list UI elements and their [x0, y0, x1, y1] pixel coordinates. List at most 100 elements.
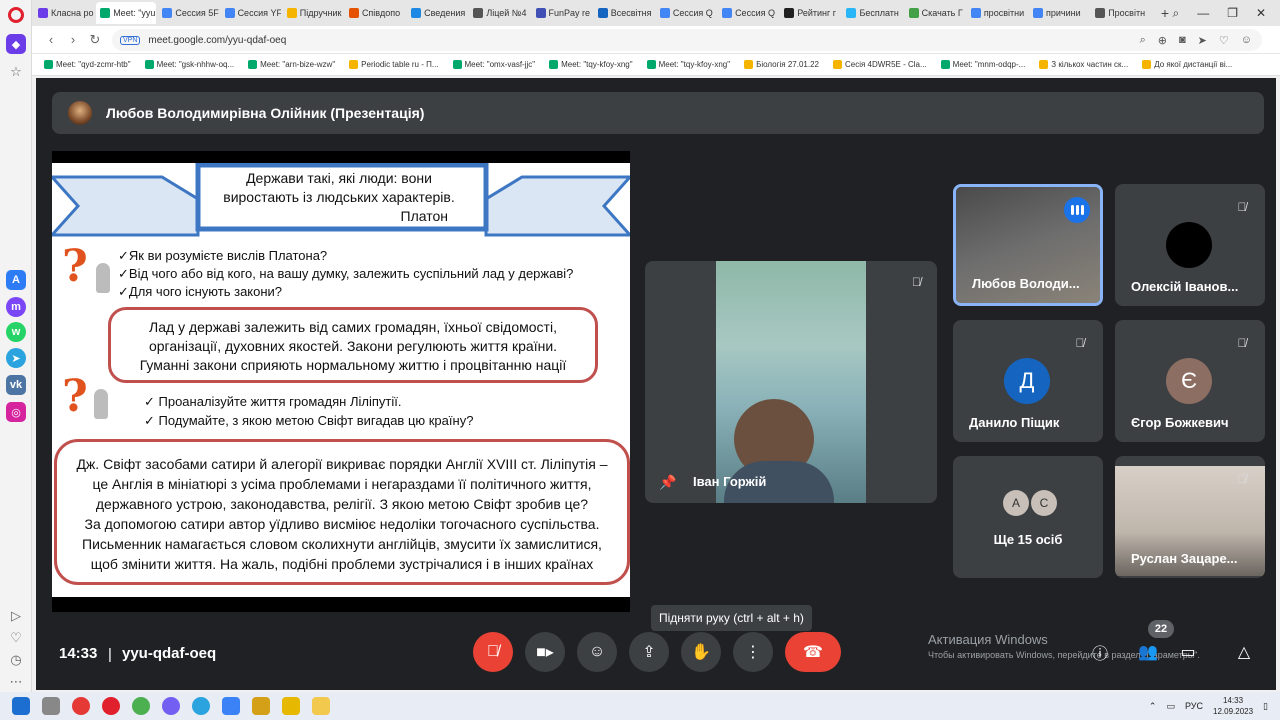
search-icon[interactable]: ⌕ — [1140, 34, 1146, 47]
bookmark-icon[interactable]: ♡ — [1219, 34, 1229, 47]
browser-tab[interactable]: Просвітн — [1091, 2, 1151, 24]
participant-tile[interactable]: 🎙̸ Олексій Іванов... — [1115, 184, 1265, 306]
more-participants-tile[interactable]: А С Ще 15 осіб — [953, 456, 1103, 578]
task-view-icon[interactable] — [42, 697, 60, 715]
app-store-icon[interactable]: A — [6, 270, 26, 290]
tray-arrow-icon[interactable]: ⌃ — [1149, 701, 1157, 712]
people-button[interactable]: 👥 — [1136, 640, 1160, 664]
bookmark-item[interactable]: Meet: "omx-vasf-jjc" — [452, 60, 535, 69]
send-icon[interactable]: ➤ — [1198, 34, 1207, 47]
participant-tile[interactable]: 🎙̸ Руслан Зацаре... — [1115, 456, 1265, 578]
browser-tab[interactable]: Ліцей №4 — [469, 2, 529, 24]
vk-icon[interactable]: vk — [6, 375, 26, 395]
emoji-button[interactable]: ☺ — [577, 632, 617, 672]
present-button[interactable]: ⇪ — [629, 632, 669, 672]
close-icon[interactable]: ✕ — [1256, 6, 1266, 21]
opera-logo-icon[interactable] — [8, 7, 24, 23]
telegram-icon[interactable] — [192, 697, 210, 715]
browser-tab[interactable]: Сессия Q — [718, 2, 778, 24]
bookmark-item[interactable]: Meet: "mnm-odqp-... — [940, 60, 1025, 69]
activities-button[interactable]: △ — [1232, 640, 1256, 664]
forward-icon[interactable]: › — [62, 32, 84, 47]
folder-icon[interactable] — [312, 697, 330, 715]
raise-hand-button[interactable]: ✋ — [681, 632, 721, 672]
back-icon[interactable]: ‹ — [40, 32, 62, 47]
tray-clock[interactable]: 14:33 12.09.2023 — [1213, 695, 1253, 717]
browser-tab[interactable]: Всесвітня — [594, 2, 654, 24]
bookmark-item[interactable]: Meet: "tqy-kfoy-xng" — [646, 60, 730, 69]
notifications-icon[interactable]: ▯ — [1263, 701, 1268, 712]
browser-tab[interactable]: Сессия 5F — [158, 2, 219, 24]
browser-tab[interactable]: Сессия Q — [656, 2, 716, 24]
network-icon[interactable]: ▭ — [1166, 701, 1175, 712]
bookmark-item[interactable]: До якої дистанції ві... — [1142, 60, 1232, 69]
opera-icon[interactable] — [102, 697, 120, 715]
browser-tab[interactable]: причини — [1029, 2, 1089, 24]
browser-tab[interactable]: FunPay re — [532, 2, 592, 24]
browser-tab[interactable]: Класна ро — [34, 2, 94, 24]
browser-tab[interactable]: просвітни — [967, 2, 1027, 24]
new-tab-button[interactable]: + — [1157, 5, 1172, 21]
leave-call-button[interactable]: ☎ — [785, 632, 841, 672]
bookmark-item[interactable]: Біологія 27.01.22 — [744, 60, 819, 69]
app-icon[interactable] — [222, 697, 240, 715]
bookmark-item[interactable]: Meet: "gsk-nhhw-oq... — [144, 60, 234, 69]
participant-tile[interactable]: 🎙̸ Є Єгор Божкевич — [1115, 320, 1265, 442]
bookmark-favicon-icon — [44, 60, 53, 69]
star-icon[interactable]: ☆ — [8, 64, 24, 80]
participant-tile[interactable]: Любов Володи... — [953, 184, 1103, 306]
record-icon[interactable] — [72, 697, 90, 715]
instagram-icon[interactable]: ◎ — [6, 402, 26, 422]
more-icon[interactable]: ⋯ — [8, 674, 24, 690]
start-icon[interactable] — [12, 697, 30, 715]
camera-toggle-button[interactable]: ■▸ — [525, 632, 565, 672]
pinned-participant-tile[interactable]: 📌 Іван Горжій 🎙̸ — [645, 261, 937, 503]
zoom-icon[interactable]: ⊕ — [1158, 34, 1167, 47]
bookmark-item[interactable]: Meet: "tqy-kfoy-xng" — [549, 60, 633, 69]
presentation-slide[interactable]: Держави такі, які люди: вони виростають … — [52, 151, 630, 612]
browser-tab[interactable]: Сведения — [407, 2, 467, 24]
snapshot-icon[interactable]: ◙ — [1179, 34, 1186, 47]
messenger-icon[interactable]: m — [6, 297, 26, 317]
vpn-badge[interactable]: VPN — [120, 35, 141, 45]
meeting-details-button[interactable]: ⓘ — [1088, 640, 1112, 664]
folder-icon[interactable] — [282, 697, 300, 715]
url-field[interactable]: VPN meet.google.com/yyu-qdaf-oeq ⌕ ⊕ ◙ ➤… — [112, 29, 1262, 51]
aria-icon[interactable]: ◆ — [6, 34, 26, 54]
browser-tab[interactable]: Скачать Г — [905, 2, 965, 24]
participant-tile[interactable]: 🎙̸ Д Данило Піщик — [953, 320, 1103, 442]
restore-icon[interactable]: ❐ — [1227, 6, 1238, 21]
questions-list-1: ✓Як ви розумієте вислів Платона? ✓Від чо… — [118, 247, 573, 301]
viber-icon[interactable] — [162, 697, 180, 715]
player-icon[interactable]: ▷ — [8, 608, 24, 624]
minimize-icon[interactable]: — — [1197, 6, 1209, 21]
heart-icon[interactable]: ♡ — [8, 630, 24, 646]
mic-toggle-button[interactable]: 🎙̸ — [473, 632, 513, 672]
browser-tab[interactable]: Meet: "yyu — [96, 2, 157, 24]
bookmark-item[interactable]: Meet: "arn-bize-wzw" — [248, 60, 335, 69]
browser-tab[interactable]: Співдопо — [345, 2, 405, 24]
bookmark-item[interactable]: Periodic table ru - П... — [349, 60, 439, 69]
bookmark-item[interactable]: Сесія 4DWR5E - Cla... — [832, 60, 927, 69]
more-options-icon: ⋮ — [745, 644, 761, 661]
browser-tab[interactable]: Бесплатн — [842, 2, 902, 24]
history-icon[interactable]: ◷ — [8, 652, 24, 668]
chat-button[interactable]: ▭ — [1176, 640, 1200, 664]
bookmark-item[interactable]: Meet: "qyd-zcmr-htb" — [44, 60, 131, 69]
browser-tab[interactable]: Сессия YF — [221, 2, 281, 24]
reload-icon[interactable]: ↻ — [84, 32, 106, 48]
game-icon[interactable] — [252, 697, 270, 715]
whatsapp-icon[interactable]: w — [6, 322, 26, 342]
chrome-icon[interactable] — [132, 697, 150, 715]
telegram-icon[interactable]: ➤ — [6, 348, 26, 368]
pin-icon[interactable]: 📌 — [659, 474, 676, 491]
more-options-button[interactable]: ⋮ — [733, 632, 773, 672]
language-indicator[interactable]: РУС — [1185, 701, 1203, 711]
browser-tab[interactable]: Рейтинг г — [780, 2, 840, 24]
tab-favicon-icon — [1033, 8, 1043, 18]
bookmark-item[interactable]: З кількох частин ск... — [1039, 60, 1128, 69]
account-icon[interactable]: ☺ — [1241, 34, 1252, 47]
search-tabs-icon[interactable]: ⌕ — [1173, 6, 1180, 21]
url-text[interactable]: meet.google.com/yyu-qdaf-oeq — [148, 35, 286, 46]
browser-tab[interactable]: Підручник — [283, 2, 343, 24]
